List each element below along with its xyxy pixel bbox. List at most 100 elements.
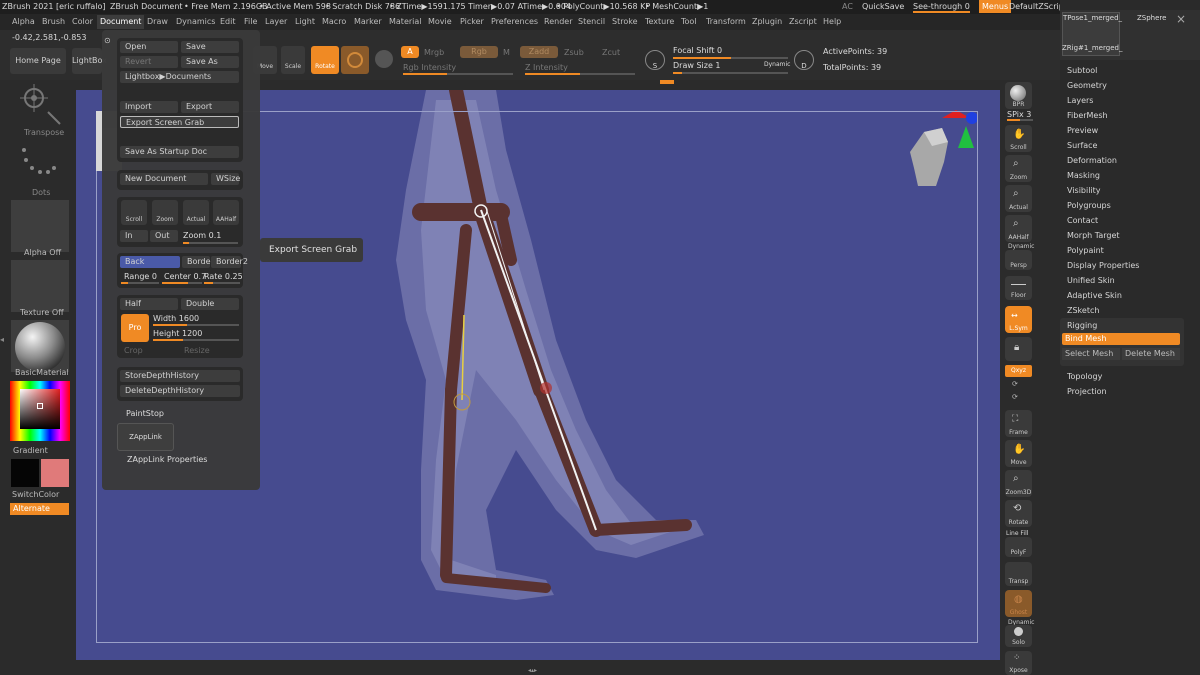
zoom-out-button[interactable]: Out (150, 230, 178, 242)
palette-unified-skin[interactable]: Unified Skin (1067, 276, 1115, 285)
scale-button[interactable]: Scale (281, 46, 305, 74)
store-depth-history-button[interactable]: StoreDepthHistory (120, 370, 240, 382)
menus-toggle[interactable]: Menus (979, 0, 1012, 13)
focal-shift-slider[interactable]: Focal Shift 0 (673, 46, 722, 55)
main-color-swatch[interactable] (11, 459, 39, 487)
ghost-button[interactable]: ◍ Ghost (1005, 590, 1032, 617)
doc-scroll-button[interactable]: Scroll (121, 200, 147, 225)
a-toggle[interactable]: A (401, 46, 419, 58)
secondary-color-swatch[interactable] (41, 459, 69, 487)
paintstop-label[interactable]: PaintStop (126, 409, 164, 418)
zapplink-properties[interactable]: ZAppLink Properties (127, 455, 207, 464)
revert-button[interactable]: Revert (120, 56, 178, 68)
palette-display-properties[interactable]: Display Properties (1067, 261, 1139, 270)
range-slider[interactable]: Range 0 (124, 272, 157, 281)
quicksave-button[interactable]: QuickSave (862, 2, 904, 11)
zadd-toggle[interactable]: Zadd (520, 46, 558, 58)
bind-mesh-button[interactable]: Bind Mesh (1062, 333, 1180, 345)
rgb-intensity-track[interactable] (403, 73, 513, 75)
back-color-button[interactable]: Back (120, 256, 180, 268)
width-slider[interactable]: Width 1600 (153, 314, 199, 323)
menu-light[interactable]: Light (295, 17, 315, 26)
new-document-button[interactable]: New Document (120, 173, 208, 185)
bottom-expand-arrows[interactable]: ◂▴▸ (528, 667, 548, 675)
lightbox-button[interactable]: LightBox (72, 48, 107, 74)
dynamic-toggle[interactable]: Dynamic (764, 61, 790, 68)
menu-brush[interactable]: Brush (42, 17, 65, 26)
color-square[interactable] (20, 389, 60, 429)
menu-file[interactable]: File (244, 17, 257, 26)
projection-submenu[interactable]: Projection (1067, 387, 1107, 396)
doc-zoom-button[interactable]: Zoom (152, 200, 178, 225)
center-slider[interactable]: Center 0.7 (164, 272, 206, 281)
brush-preview-icon[interactable] (341, 46, 369, 74)
mrgb-toggle[interactable]: Mrgb (424, 48, 444, 57)
gradient-label[interactable]: Gradient (13, 446, 48, 455)
frame-button[interactable]: ⛶ Frame (1005, 410, 1032, 437)
palette-contact[interactable]: Contact (1067, 216, 1098, 225)
menu-alpha[interactable]: Alpha (12, 17, 35, 26)
palette-deformation[interactable]: Deformation (1067, 156, 1117, 165)
m-toggle[interactable]: M (503, 48, 510, 57)
bpr-button[interactable]: BPR (1005, 82, 1032, 109)
material-thumbnail[interactable] (11, 320, 69, 372)
zsub-toggle[interactable]: Zsub (564, 48, 584, 57)
resize-button[interactable]: Resize (184, 346, 210, 355)
persp-button[interactable]: Persp (1005, 250, 1032, 270)
doc-actual-button[interactable]: Actual (183, 200, 209, 225)
import-button[interactable]: Import (120, 101, 178, 113)
rigging-submenu[interactable]: Rigging (1067, 321, 1097, 330)
border-button[interactable]: Border (182, 256, 214, 268)
menu-zplugin[interactable]: Zplugin (752, 17, 782, 26)
rgb-intensity-slider[interactable]: Rgb Intensity (403, 63, 456, 72)
center-track[interactable] (162, 282, 202, 284)
xyz-button[interactable]: Qxyz (1005, 365, 1032, 377)
solo-button[interactable]: Solo (1005, 625, 1032, 647)
spix-track[interactable] (1007, 119, 1033, 121)
double-button[interactable]: Double (181, 298, 239, 310)
menu-render[interactable]: Render (544, 17, 572, 26)
height-slider[interactable]: Height 1200 (153, 329, 202, 338)
aahalf-button[interactable]: ⌕ AAHalf (1005, 215, 1032, 242)
rgb-toggle[interactable]: Rgb (460, 46, 498, 58)
menu-dynamics[interactable]: Dynamics (176, 17, 215, 26)
menu-tool[interactable]: Tool (681, 17, 697, 26)
z-intensity-track[interactable] (525, 73, 635, 75)
menu-pin-icon[interactable]: ⊙ (104, 36, 111, 45)
lightbox-documents-button[interactable]: Lightbox▶Documents (120, 71, 239, 83)
menu-macro[interactable]: Macro (322, 17, 346, 26)
dots-stroke-icon[interactable] (12, 140, 70, 190)
menu-layer[interactable]: Layer (265, 17, 287, 26)
rotate-axis-icon[interactable]: ⟳ (1012, 380, 1018, 388)
zoom3d-button[interactable]: ⌕ Zoom3D (1005, 470, 1032, 497)
palette-adaptive-skin[interactable]: Adaptive Skin (1067, 291, 1122, 300)
rotate-view-button[interactable]: ⟲ Rotate (1005, 500, 1032, 527)
xpose-button[interactable]: ⁘ Xpose (1005, 651, 1032, 675)
default-zscript-button[interactable]: DefaultZScript (1009, 2, 1067, 11)
width-track[interactable] (153, 324, 239, 326)
palette-polygroups[interactable]: Polygroups (1067, 201, 1111, 210)
delete-mesh-button[interactable]: Delete Mesh (1122, 348, 1180, 360)
menu-edit[interactable]: Edit (220, 17, 236, 26)
switch-color-button[interactable]: SwitchColor (12, 490, 59, 499)
transp-button[interactable]: Transp (1005, 562, 1032, 586)
save-startup-doc-button[interactable]: Save As Startup Doc (120, 146, 239, 158)
lsym-button[interactable]: ↔ L.Sym (1005, 306, 1032, 333)
zsphere-label[interactable]: ZSphere (1137, 14, 1166, 22)
topology-submenu[interactable]: Topology (1067, 372, 1102, 381)
rate-slider[interactable]: Rate 0.25 (204, 272, 243, 281)
height-track[interactable] (153, 339, 239, 341)
palette-visibility[interactable]: Visibility (1067, 186, 1101, 195)
scroll-button[interactable]: ✋ Scroll (1005, 125, 1032, 152)
zoom-slider[interactable]: Zoom 0.1 (183, 231, 221, 240)
wsize-button[interactable]: WSize (211, 173, 240, 185)
draw-size-track[interactable] (673, 72, 788, 74)
palette-fibermesh[interactable]: FiberMesh (1067, 111, 1108, 120)
texture-thumbnail[interactable] (11, 260, 69, 312)
palette-polypaint[interactable]: Polypaint (1067, 246, 1104, 255)
menu-movie[interactable]: Movie (428, 17, 452, 26)
actual-button[interactable]: ⌕ Actual (1005, 185, 1032, 212)
floor-button[interactable]: Floor (1005, 276, 1032, 300)
alpha-thumbnail[interactable] (11, 200, 69, 252)
crop-button[interactable]: Crop (124, 346, 143, 355)
